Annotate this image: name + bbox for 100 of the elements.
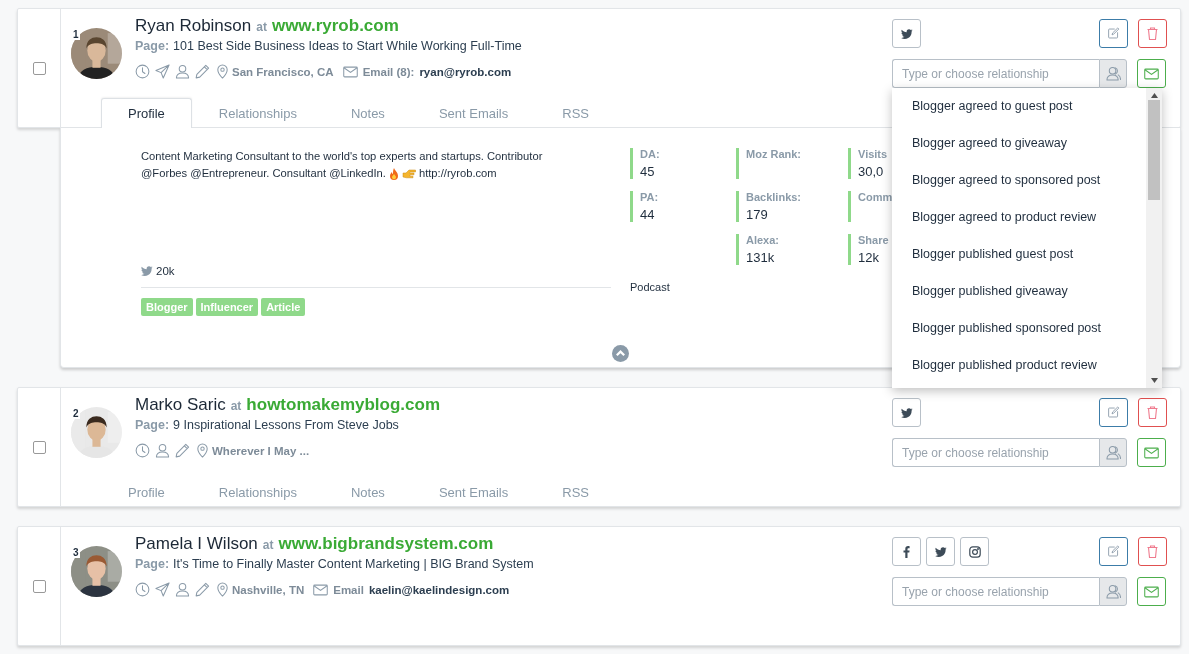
twitter-icon bbox=[900, 406, 913, 419]
dropdown-option[interactable]: Blogger agreed to guest post bbox=[892, 88, 1146, 125]
social-button[interactable] bbox=[926, 537, 955, 566]
relationship-field[interactable]: Type or choose relationship bbox=[892, 59, 1099, 88]
send-icon bbox=[155, 582, 170, 597]
email-label: Email (8): bbox=[362, 65, 415, 78]
tab[interactable]: Sent Emails bbox=[411, 98, 536, 128]
tab[interactable]: RSS bbox=[535, 98, 616, 128]
pencil-icon bbox=[195, 64, 210, 79]
edit-button[interactable] bbox=[1099, 537, 1128, 566]
checkbox[interactable] bbox=[32, 580, 46, 593]
metric-label: Alexa: bbox=[746, 234, 781, 247]
checkbox[interactable] bbox=[32, 441, 46, 454]
envelope-icon bbox=[342, 65, 358, 78]
send-icon bbox=[155, 64, 170, 79]
email-label: Email bbox=[333, 583, 364, 596]
scroll-down-icon[interactable] bbox=[1150, 378, 1158, 383]
metric-value: 12k bbox=[858, 250, 880, 265]
dropdown-option[interactable]: Blogger agreed to giveaway bbox=[892, 125, 1146, 162]
row-number: 2 bbox=[72, 408, 80, 419]
delete-button[interactable] bbox=[1138, 537, 1167, 566]
tag: Blogger bbox=[141, 298, 193, 316]
edit-button[interactable] bbox=[1099, 398, 1128, 427]
metric-value: 45 bbox=[640, 164, 656, 179]
at-label: at bbox=[230, 399, 242, 413]
contacts-button[interactable] bbox=[1099, 59, 1127, 88]
row-number: 1 bbox=[72, 29, 80, 40]
dropdown-option[interactable]: Blogger published giveaway bbox=[892, 273, 1146, 310]
tab[interactable]: Profile bbox=[101, 98, 192, 128]
follower-count: 20k bbox=[156, 265, 175, 277]
delete-button[interactable] bbox=[1138, 398, 1167, 427]
dropdown-option[interactable]: Blogger published guest post bbox=[892, 236, 1146, 273]
contacts-button[interactable] bbox=[1099, 438, 1127, 467]
users-icon bbox=[1105, 445, 1121, 460]
location-text: San Francisco, CA bbox=[232, 65, 334, 78]
dropdown-option[interactable]: Blogger published sponsored post bbox=[892, 310, 1146, 347]
dropdown-option[interactable]: Blogger published product review bbox=[892, 347, 1146, 384]
email-button[interactable] bbox=[1137, 577, 1166, 606]
pencil-icon bbox=[175, 443, 190, 458]
relationship-field[interactable]: Type or choose relationship bbox=[892, 438, 1099, 467]
contacts-button[interactable] bbox=[1099, 577, 1127, 606]
page-title: 101 Best Side Business Ideas to Start While Working Full-Time bbox=[173, 39, 522, 53]
social-button[interactable] bbox=[960, 537, 989, 566]
metric-value: 44 bbox=[640, 207, 656, 222]
email-address: ryan@ryrob.com bbox=[419, 65, 512, 78]
delete-button[interactable] bbox=[1138, 19, 1167, 48]
scrollbar-thumb[interactable] bbox=[1148, 100, 1160, 200]
tab[interactable]: Relationships bbox=[191, 98, 324, 128]
tab[interactable]: Notes bbox=[323, 98, 412, 128]
row-number: 3 bbox=[72, 547, 80, 558]
social-button[interactable] bbox=[892, 19, 921, 48]
twitter-icon bbox=[900, 27, 913, 40]
clock-icon bbox=[135, 582, 150, 597]
envelope-icon bbox=[1144, 446, 1159, 459]
envelope-icon bbox=[1144, 67, 1159, 80]
page-label: Page: bbox=[135, 418, 170, 432]
edit-icon bbox=[1107, 406, 1120, 419]
at-label: at bbox=[262, 538, 274, 552]
tag: Influencer bbox=[195, 298, 259, 316]
collapse-button[interactable] bbox=[612, 345, 629, 362]
website-link[interactable]: www.ryrob.com bbox=[271, 16, 399, 36]
page-title: It's Time to Finally Master Content Marketing | BIG Brand System bbox=[173, 557, 534, 571]
tab[interactable]: Profile bbox=[101, 477, 192, 507]
metric-label: Backlinks: bbox=[746, 191, 803, 204]
tab[interactable]: Notes bbox=[323, 477, 412, 507]
envelope-icon bbox=[1144, 585, 1159, 598]
facebook-icon bbox=[903, 545, 910, 558]
metric-label: Moz Rank: bbox=[746, 148, 802, 161]
location-text: Nashville, TN bbox=[232, 583, 305, 596]
email-button[interactable] bbox=[1137, 438, 1166, 467]
metric-value: 30,0 bbox=[858, 164, 885, 179]
tab[interactable]: RSS bbox=[535, 477, 616, 507]
bird-icon bbox=[141, 265, 153, 277]
tab[interactable]: Sent Emails bbox=[411, 477, 536, 507]
relationship-field[interactable]: Type or choose relationship bbox=[892, 577, 1099, 606]
pointing-hand-icon bbox=[401, 168, 416, 179]
users-icon bbox=[1105, 584, 1121, 599]
website-link[interactable]: www.bigbrandsystem.com bbox=[278, 534, 494, 554]
category-text: Podcast bbox=[630, 281, 671, 293]
user-icon bbox=[155, 443, 170, 458]
website-link[interactable]: howtomakemyblog.com bbox=[246, 395, 440, 415]
edit-icon bbox=[1107, 545, 1120, 558]
social-button[interactable] bbox=[892, 398, 921, 427]
edit-icon bbox=[1107, 27, 1120, 40]
bio-text: @Forbes @Entrepreneur. Consultant @LinkedIn. bbox=[141, 166, 386, 181]
checkbox[interactable] bbox=[32, 62, 46, 75]
dropdown-option[interactable]: Blogger agreed to product review bbox=[892, 199, 1146, 236]
edit-button[interactable] bbox=[1099, 19, 1128, 48]
social-button[interactable] bbox=[892, 537, 921, 566]
instagram-icon bbox=[968, 545, 981, 558]
tab[interactable]: Relationships bbox=[191, 477, 324, 507]
metric-value: 179 bbox=[746, 207, 769, 222]
contact-name: Pamela I Wilson bbox=[135, 534, 258, 554]
dropdown-option[interactable]: Blogger agreed to sponsored post bbox=[892, 162, 1146, 199]
website-link[interactable]: http://ryrob.com bbox=[418, 165, 497, 182]
user-icon bbox=[175, 64, 190, 79]
scroll-up-icon[interactable] bbox=[1150, 93, 1158, 98]
email-button[interactable] bbox=[1137, 59, 1166, 88]
metric-label: PA: bbox=[640, 191, 660, 204]
location-text: Wherever I May ... bbox=[212, 444, 310, 457]
